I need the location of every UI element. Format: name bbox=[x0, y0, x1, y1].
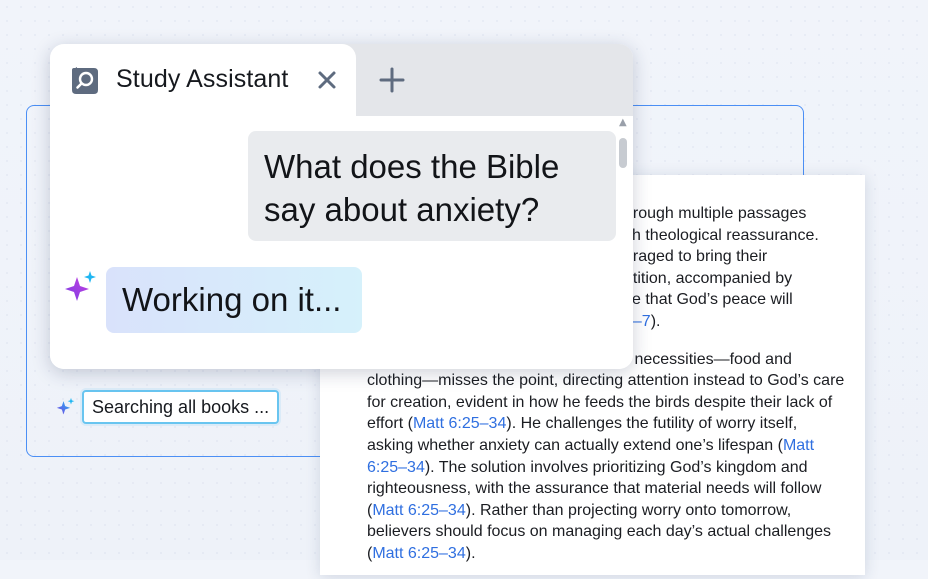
doc-text-line: etition, accompanied by bbox=[624, 269, 793, 287]
document-paragraph-2: c necessities—food and clothing—misses t… bbox=[367, 349, 847, 565]
assistant-message-bubble: Working on it... bbox=[106, 267, 362, 333]
document-paragraph-1: hrough multiple passages ch theological … bbox=[624, 203, 849, 333]
search-status-row: Searching all books ... bbox=[56, 390, 280, 424]
doc-text-segment: ). bbox=[465, 544, 476, 562]
scripture-reference-link[interactable]: Matt 6:25–34 bbox=[372, 502, 465, 519]
sparkle-icon bbox=[65, 271, 96, 301]
plus-icon[interactable] bbox=[379, 67, 405, 93]
scripture-reference-link[interactable]: Matt 6:25–34 bbox=[413, 415, 506, 432]
scripture-reference-link[interactable]: Matt 6:25–34 bbox=[372, 545, 465, 562]
chat-scrollbar[interactable]: ▲ bbox=[618, 116, 628, 369]
doc-text-line: uraged to bring their bbox=[624, 248, 768, 266]
doc-text-segment: ). bbox=[650, 312, 661, 330]
doc-text-line: hrough multiple passages bbox=[624, 205, 807, 222]
study-assistant-panel: Study Assistant What does the Bible say … bbox=[50, 44, 633, 369]
doc-text-line: se that God’s peace will bbox=[624, 291, 793, 309]
tab-strip: Study Assistant bbox=[50, 44, 633, 118]
search-status-pill: Searching all books ... bbox=[82, 390, 280, 424]
close-icon[interactable] bbox=[316, 69, 338, 91]
tab-title: Study Assistant bbox=[116, 65, 289, 93]
scrollbar-thumb[interactable] bbox=[619, 138, 627, 168]
tab-study-assistant[interactable]: Study Assistant bbox=[50, 44, 356, 118]
chat-area: What does the Bible say about anxiety? W… bbox=[50, 116, 633, 369]
sparkle-icon bbox=[56, 397, 75, 415]
doc-text-line: ch theological reassurance. bbox=[624, 226, 819, 244]
scroll-up-arrow-icon[interactable]: ▲ bbox=[619, 118, 627, 128]
user-message-bubble: What does the Bible say about anxiety? bbox=[248, 131, 616, 241]
book-search-icon bbox=[72, 67, 98, 94]
